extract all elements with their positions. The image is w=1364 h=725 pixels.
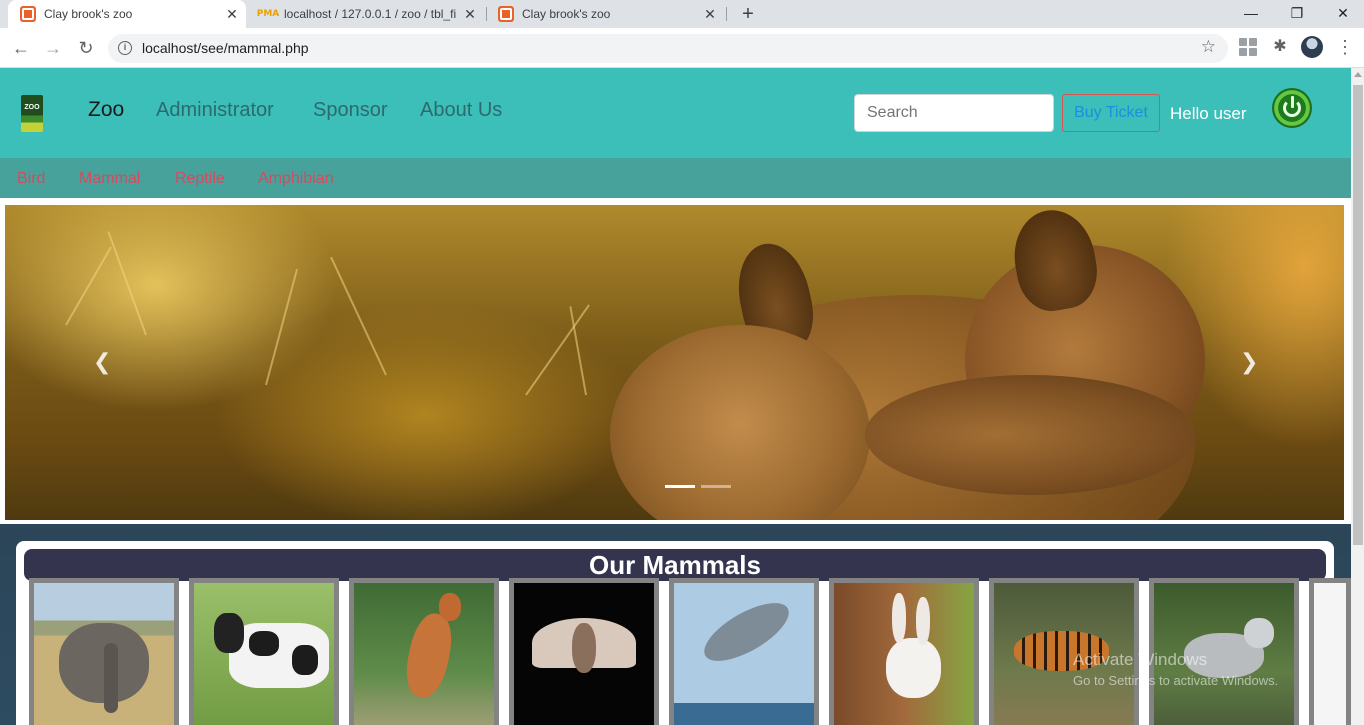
rabbit-image [834, 583, 974, 725]
mammal-card-elephant[interactable] [29, 578, 179, 725]
mammal-card-kangaroo[interactable] [349, 578, 499, 725]
mammal-card-bat[interactable] [509, 578, 659, 725]
carousel-indicators [659, 485, 731, 488]
mammals-heading: Our Mammals [24, 549, 1326, 581]
address-bar: ← → ↻ i localhost/see/mammal.php ☆ ✱ ⋮ [0, 28, 1364, 68]
tab-separator [726, 7, 727, 21]
dolphin-image [674, 583, 814, 725]
browser-menu-icon[interactable]: ⋮ [1336, 38, 1354, 56]
kangaroo-image [354, 583, 494, 725]
minimize-window-icon[interactable]: — [1228, 0, 1274, 28]
category-link-mammal[interactable]: Mammal [79, 170, 140, 188]
category-nav: Bird Mammal Reptile Amphibian [0, 158, 1351, 198]
new-tab-plus-icon[interactable]: + [737, 3, 759, 25]
url-omnibox[interactable]: i localhost/see/mammal.php ☆ [108, 34, 1228, 63]
carousel-indicator-active[interactable] [665, 485, 695, 488]
profile-avatar-icon[interactable] [1301, 36, 1323, 58]
browser-tab-2[interactable]: PMA localhost / 127.0.0.1 / zoo / tbl_fi… [248, 0, 484, 28]
bookmark-star-icon[interactable]: ☆ [1201, 37, 1216, 57]
page-scrollbar[interactable] [1351, 68, 1364, 725]
browser-tab-bar: Clay brook's zoo ✕ PMA localhost / 127.0… [0, 0, 1364, 28]
page-viewport: ZOO Zoo Administrator Sponsor About Us B… [0, 68, 1351, 725]
zoo-favicon-icon [498, 6, 514, 22]
category-link-amphibian[interactable]: Amphibian [258, 170, 334, 188]
buy-ticket-button[interactable]: Buy Ticket [1062, 94, 1160, 132]
activate-windows-watermark: Activate Windows [1073, 650, 1208, 669]
browser-tab-1[interactable]: Clay brook's zoo ✕ [8, 0, 246, 28]
close-tab-icon[interactable]: ✕ [702, 6, 718, 22]
zoo-logo[interactable]: ZOO [21, 95, 43, 132]
user-greeting: Hello user [1170, 104, 1247, 123]
forward-arrow-icon[interactable]: → [41, 36, 65, 60]
apps-grid-icon[interactable] [1239, 38, 1257, 56]
carousel-next-icon[interactable]: ❯ [1240, 350, 1258, 375]
category-link-bird[interactable]: Bird [17, 170, 45, 188]
mammals-section: Our Mammals [0, 524, 1351, 725]
mammal-card-partial[interactable] [1309, 578, 1351, 725]
category-link-reptile[interactable]: Reptile [175, 170, 225, 188]
reload-icon[interactable]: ↻ [74, 36, 98, 60]
carousel-prev-icon[interactable]: ❮ [93, 350, 111, 375]
nav-link-about-us[interactable]: About Us [420, 99, 502, 122]
nav-link-sponsor[interactable]: Sponsor [313, 99, 388, 122]
tab-title: Clay brook's zoo [522, 7, 611, 21]
close-tab-icon[interactable]: ✕ [462, 6, 478, 22]
extensions-puzzle-icon[interactable]: ✱ [1271, 38, 1289, 56]
scrollbar-thumb[interactable] [1353, 85, 1363, 545]
bat-image [514, 583, 654, 725]
mammal-card-rabbit[interactable] [829, 578, 979, 725]
search-input[interactable] [854, 94, 1054, 132]
nav-link-administrator[interactable]: Administrator [156, 99, 274, 122]
zoo-favicon-icon [20, 6, 36, 22]
scroll-up-arrow-icon[interactable] [1354, 72, 1362, 77]
activate-windows-subtext: Go to Settings to activate Windows. [1073, 673, 1279, 688]
brand-link[interactable]: Zoo [88, 98, 124, 122]
close-window-icon[interactable]: ✕ [1320, 0, 1364, 28]
elephant-image [34, 583, 174, 725]
logout-power-icon[interactable] [1272, 88, 1312, 128]
mammal-image-partial [1314, 583, 1346, 725]
browser-tab-3[interactable]: Clay brook's zoo ✕ [486, 0, 724, 28]
site-info-icon[interactable]: i [118, 41, 132, 55]
restore-window-icon[interactable]: ❐ [1274, 0, 1320, 28]
tab-title: localhost / 127.0.0.1 / zoo / tbl_fi [284, 7, 457, 21]
close-tab-icon[interactable]: ✕ [224, 6, 240, 22]
mammal-card-dolphin[interactable] [669, 578, 819, 725]
carousel-indicator[interactable] [701, 485, 731, 488]
tab-title: Clay brook's zoo [44, 7, 133, 21]
hero-carousel: ❮ ❯ [5, 205, 1344, 520]
cow-image [194, 583, 334, 725]
site-navbar: ZOO Zoo Administrator Sponsor About Us B… [0, 68, 1351, 158]
mammal-card-cow[interactable] [189, 578, 339, 725]
back-arrow-icon[interactable]: ← [9, 36, 33, 60]
phpmyadmin-favicon-icon: PMA [256, 9, 280, 19]
url-text[interactable]: localhost/see/mammal.php [142, 40, 309, 56]
